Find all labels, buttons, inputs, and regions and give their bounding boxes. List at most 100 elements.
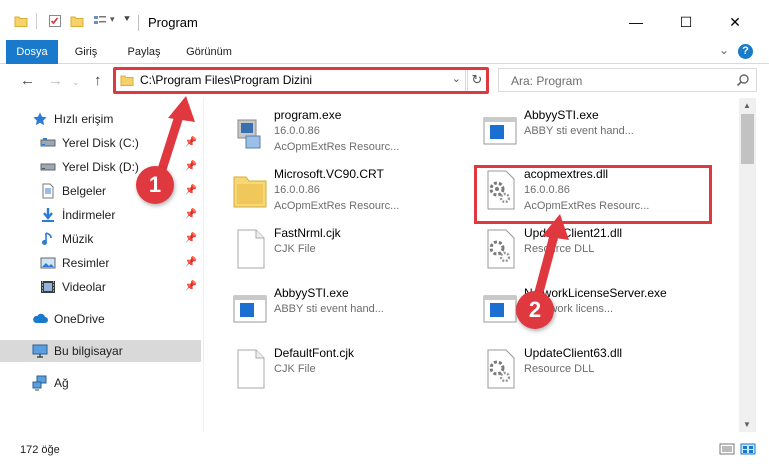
search-input[interactable]: Ara: Program [511,74,582,88]
title-bar: ▾ ⯆ Program — ☐ ✕ [0,0,769,40]
file-item-abbyysti-exe[interactable]: AbbyySTI.exe ABBY sti event hand... [454,104,704,158]
file-item-updateclient21-dll[interactable]: UpdateClient21.dll Resource DLL [454,222,704,276]
sidebar-item-videos[interactable]: Videolar 📌 [0,276,201,298]
file-description: ABBY sti event hand... [524,125,634,137]
address-highlight-box [113,67,489,94]
drive-icon [40,163,56,171]
download-icon [42,208,54,222]
file-name: FastNrml.cjk [274,226,341,240]
view-toggle-icons[interactable] [719,442,759,456]
sidebar-item-this-pc[interactable]: Bu bilgisayar [0,340,201,362]
tab-gorunum[interactable]: Görünüm [178,40,240,64]
file-name: UpdateClient21.dll [524,226,623,240]
pin-icon[interactable]: 📌 [185,257,197,268]
file-description: AcOpmExtRes Resourc... [274,200,400,212]
folder-icon [233,176,267,208]
sidebar-item-label: Resimler [62,256,110,270]
properties-icon[interactable] [48,14,62,28]
folder-icon [14,16,28,27]
blank-file-icon [237,229,265,269]
file-name: Microsoft.VC90.CRT [274,167,384,181]
pin-icon[interactable]: 📌 [185,161,197,172]
sidebar-item-music[interactable]: Müzik 📌 [0,228,201,250]
search-box[interactable]: Ara: Program [498,68,757,92]
pin-icon[interactable]: 📌 [185,185,197,196]
star-icon [33,112,47,126]
pin-toolbar-icon[interactable]: ⯆ [123,14,131,25]
customize-toolbar-arrow-icon[interactable]: ▾ [110,14,115,25]
file-type: CJK File [274,243,316,255]
sidebar-item-quick-access[interactable]: Hızlı erişim [0,108,201,130]
sidebar-item-label: Yerel Disk (C:) [62,136,139,150]
sidebar-item-label: Videolar [62,280,106,294]
pin-icon[interactable]: 📌 [185,281,197,292]
scroll-down-icon[interactable]: ▼ [743,420,751,429]
app-window-icon [483,295,517,323]
cloud-icon [33,313,48,323]
sidebar-item-label: Ağ [54,376,69,390]
tab-dosya[interactable]: Dosya [6,40,58,64]
sidebar-item-label: OneDrive [54,312,105,326]
details-view-icon [719,443,735,455]
file-item-program-exe[interactable]: program.exe 16.0.0.86 AcOpmExtRes Resour… [204,104,454,158]
tab-giris[interactable]: Giriş [60,40,112,64]
expand-ribbon-icon[interactable]: ⌄ [719,43,729,57]
close-button[interactable]: ✕ [725,12,745,32]
navigation-pane: Hızlı erişim Yerel Disk (C:) 📌 Yerel Dis… [0,104,201,432]
file-name: program.exe [274,108,342,122]
pictures-icon [40,257,56,269]
sidebar-item-label: Belgeler [62,184,107,198]
file-item-updateclient63-dll[interactable]: UpdateClient63.dll Resource DLL [454,342,704,396]
blank-file-icon [237,349,265,389]
sidebar-item-label: Müzik [62,232,94,246]
vertical-scrollbar[interactable]: ▲ ▼ [739,98,756,432]
help-button[interactable]: ? [738,44,753,59]
documents-icon [42,183,54,199]
maximize-button[interactable]: ☐ [676,12,696,32]
new-folder-icon[interactable] [70,14,84,28]
pin-icon[interactable]: 📌 [185,233,197,244]
window-title: Program [148,15,198,30]
dll-gear-icon [487,229,515,269]
pin-icon[interactable]: 📌 [185,209,197,220]
file-item-abbyysti-exe-2[interactable]: AbbyySTI.exe ABBY sti event hand... [204,282,454,336]
tab-paylas[interactable]: Paylaş [116,40,172,64]
recent-locations-icon[interactable]: ⌄ [72,77,80,88]
file-item-defaultfont-cjk[interactable]: DefaultFont.cjk CJK File [204,342,454,396]
file-type: Resource DLL [524,363,595,375]
sidebar-item-label: Yerel Disk (D:) [62,160,139,174]
file-item-fastnrml-cjk[interactable]: FastNrml.cjk CJK File [204,222,454,276]
dll-gear-icon [487,349,515,389]
file-list: program.exe 16.0.0.86 AcOpmExtRes Resour… [204,98,736,432]
item-count: 172 öğe [20,444,60,456]
pin-icon[interactable]: 📌 [185,137,197,148]
file-item-networklicenseserver-exe[interactable]: NetworkLicenseServer.exe Y network licen… [454,282,704,336]
forward-button[interactable]: → [48,72,63,89]
sidebar-item-label: İndirmeler [62,208,116,222]
computer-icon [32,344,48,358]
sidebar-item-downloads[interactable]: İndirmeler 📌 [0,204,201,226]
step-badge-2: 2 [516,291,554,329]
sidebar-item-label: Hızlı erişim [54,112,114,126]
search-icon[interactable] [736,73,750,87]
view-options-icon[interactable] [93,14,109,28]
file-name: AbbyySTI.exe [524,108,599,122]
drive-icon [40,138,56,147]
sidebar-item-local-disk-c[interactable]: Yerel Disk (C:) 📌 [0,132,201,154]
file-version: 16.0.0.86 [274,184,320,196]
file-item-microsoft-vc90-crt[interactable]: Microsoft.VC90.CRT 16.0.0.86 AcOpmExtRes… [204,163,454,217]
scroll-up-icon[interactable]: ▲ [743,101,751,110]
scrollbar-thumb[interactable] [741,114,754,164]
sidebar-item-onedrive[interactable]: OneDrive [0,308,201,330]
videos-icon [41,281,55,293]
minimize-button[interactable]: — [626,12,646,32]
sidebar-item-network[interactable]: Ağ [0,372,201,394]
back-button[interactable]: ← [20,72,35,89]
toolbar-divider [36,13,37,29]
up-button[interactable]: ↑ [94,72,102,89]
app-window-icon [233,295,267,323]
music-icon [42,232,52,245]
sidebar-item-pictures[interactable]: Resimler 📌 [0,252,201,274]
file-type: CJK File [274,363,316,375]
file-type: Resource DLL [524,243,595,255]
